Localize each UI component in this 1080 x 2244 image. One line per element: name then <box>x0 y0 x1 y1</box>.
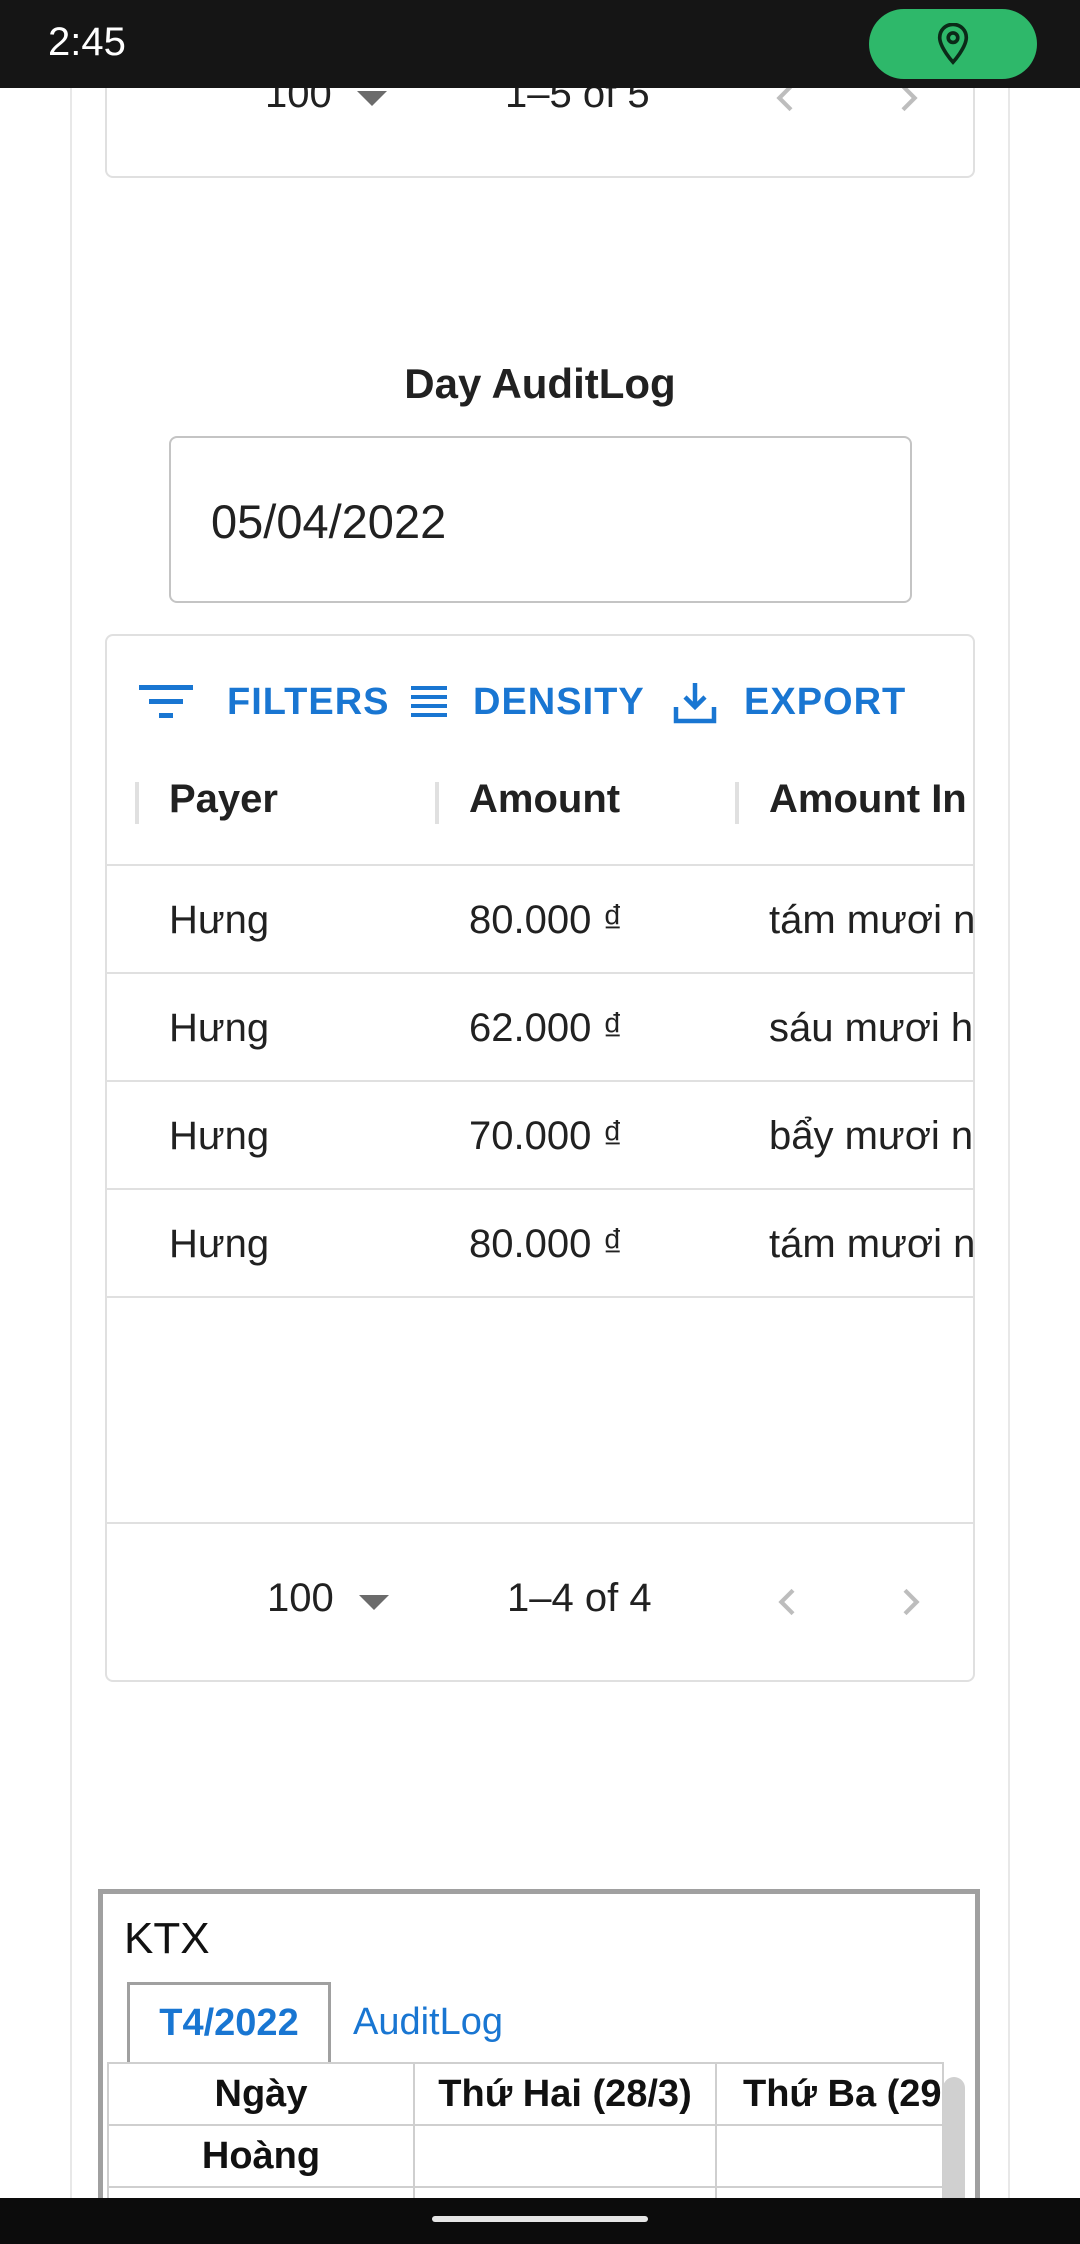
ktx-title: KTX <box>124 1914 210 1963</box>
cell-amount-in: tám mươi n <box>769 1221 975 1266</box>
cell-amount-in: tám mươi n <box>769 897 975 942</box>
column-separator[interactable] <box>435 782 439 824</box>
cell-payer: Hưng <box>169 1113 270 1158</box>
column-header-amount-in[interactable]: Amount In <box>769 746 973 852</box>
filters-label: FILTERS <box>227 680 390 723</box>
page-range: 1–4 of 4 <box>507 1576 652 1620</box>
cell-amount: 62.000 ₫ <box>469 1005 623 1050</box>
next-page-icon[interactable] <box>890 1582 930 1622</box>
ktx-header-tuesday: Thứ Ba (29 <box>715 2062 944 2126</box>
density-label: DENSITY <box>473 680 645 723</box>
location-indicator[interactable] <box>869 9 1037 79</box>
cell-amount: 70.000 ₫ <box>469 1113 623 1158</box>
table-row[interactable]: Hưng 62.000 ₫ sáu mươi h <box>107 974 974 1082</box>
tab-t4-2022[interactable]: T4/2022 <box>127 1982 331 2062</box>
table-row[interactable]: Hưng 70.000 ₫ bẩy mươi n <box>107 1082 974 1190</box>
ktx-cell[interactable] <box>715 2124 944 2188</box>
status-time: 2:45 <box>48 20 126 64</box>
cell-amount-in: sáu mươi h <box>769 1005 974 1050</box>
tab-auditlog[interactable]: AuditLog <box>353 1982 503 2062</box>
table-row[interactable]: Hưng 80.000 ₫ tám mươi n <box>107 866 975 974</box>
ktx-row-name: Hoàng <box>107 2124 415 2188</box>
cell-amount-in: bẩy mươi n <box>769 1113 974 1158</box>
ktx-cell[interactable] <box>413 2124 717 2188</box>
status-bar: 2:45 <box>0 0 1080 88</box>
location-pin-icon <box>937 23 969 65</box>
previous-page-icon[interactable] <box>768 1582 808 1622</box>
prev-rows-dropdown-icon[interactable] <box>357 91 387 106</box>
cell-payer: Hưng <box>169 897 270 942</box>
filters-button[interactable]: FILTERS <box>137 670 390 734</box>
cell-amount: 80.000 ₫ <box>469 1221 623 1266</box>
auditlog-grid: FILTERS DENSITY EXPORT Payer Amount Amou… <box>105 634 975 1682</box>
export-button[interactable]: EXPORT <box>672 670 906 734</box>
export-label: EXPORT <box>744 680 907 723</box>
cell-amount: 80.000 ₫ <box>469 897 623 942</box>
date-field[interactable] <box>169 436 912 603</box>
app-screen: 2:45 100 1–5 of 5 Day AuditLog 05/04/202… <box>0 0 1080 2244</box>
navigation-bar <box>0 2198 1080 2244</box>
home-gesture-handle[interactable] <box>432 2216 648 2222</box>
footer-divider <box>107 1522 973 1524</box>
cell-payer: Hưng <box>169 1221 270 1266</box>
table-row[interactable]: Hưng 80.000 ₫ tám mươi n <box>107 1190 975 1298</box>
column-header-amount[interactable]: Amount <box>469 746 620 852</box>
cell-payer: Hưng <box>169 1005 270 1050</box>
column-separator[interactable] <box>735 782 739 824</box>
column-header-payer[interactable]: Payer <box>169 746 278 852</box>
rows-per-page-select[interactable]: 100 <box>267 1576 334 1621</box>
date-input[interactable] <box>211 486 871 556</box>
ktx-header-monday: Thứ Hai (28/3) <box>413 2062 717 2126</box>
density-icon <box>411 686 447 717</box>
rows-per-page-dropdown-icon[interactable] <box>359 1595 389 1610</box>
column-separator[interactable] <box>135 782 139 824</box>
ktx-panel: KTX T4/2022 AuditLog Ngày Thứ Hai (28/3)… <box>98 1889 980 2244</box>
day-auditlog-title: Day AuditLog <box>404 360 676 407</box>
filter-icon <box>139 685 193 718</box>
download-icon <box>673 683 717 724</box>
ktx-header-day: Ngày <box>107 2062 415 2126</box>
density-button[interactable]: DENSITY <box>409 670 645 734</box>
